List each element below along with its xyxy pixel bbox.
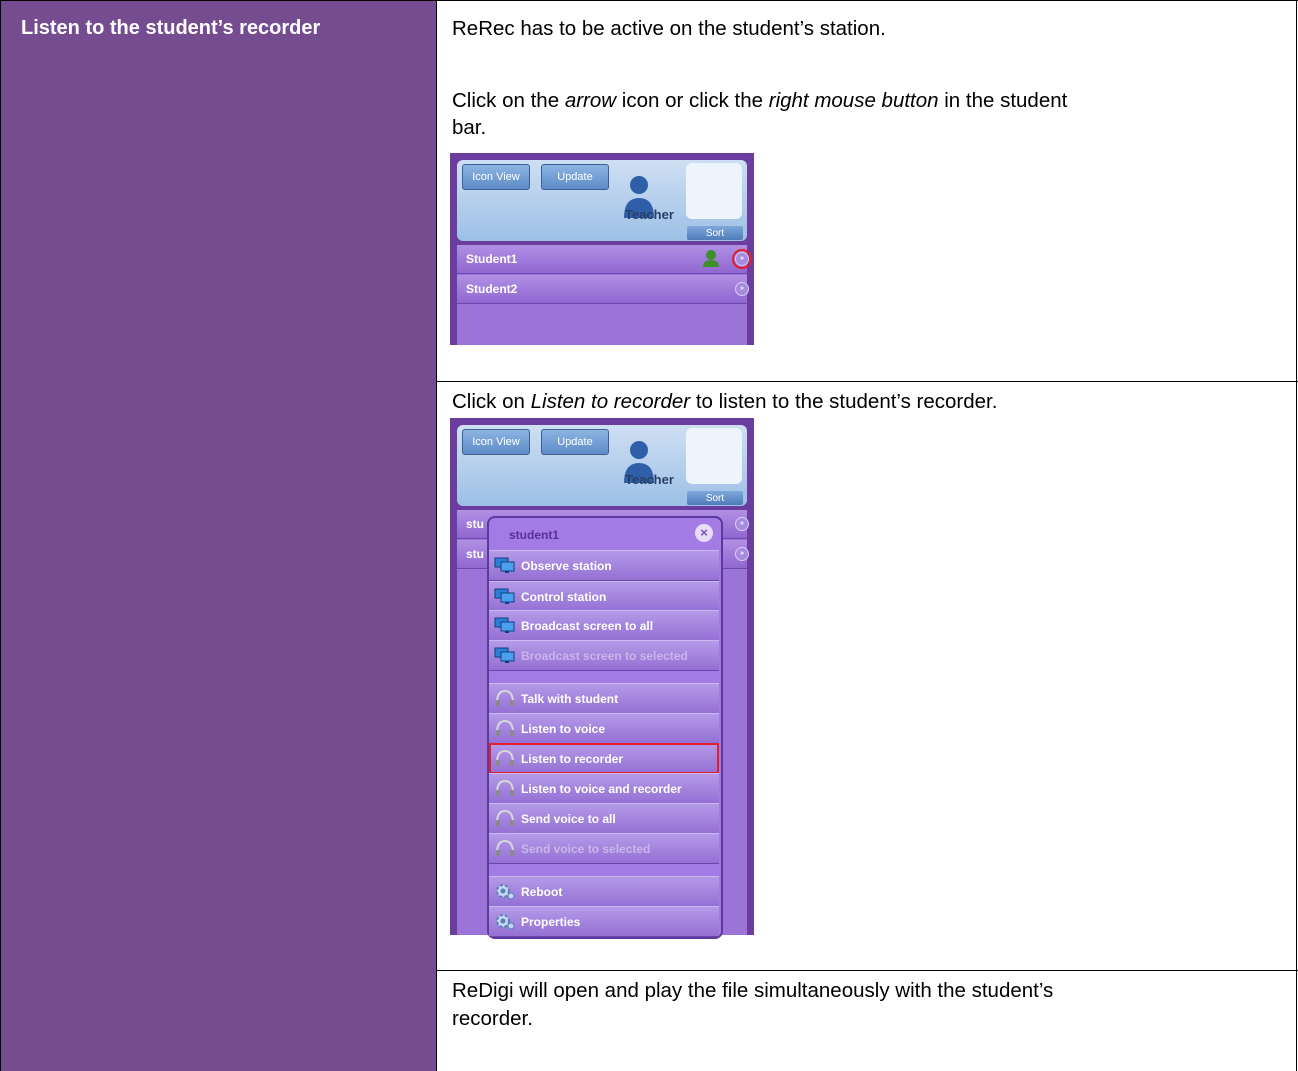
headphones-icon xyxy=(496,809,514,826)
instruction-text: ReDigi will open and play the file simul… xyxy=(452,979,1054,1002)
row-divider-1 xyxy=(436,381,1298,382)
menu-item[interactable]: Listen to voice and recorder xyxy=(489,773,719,804)
menu-item[interactable]: Send voice to selected xyxy=(489,833,719,864)
menu-item[interactable]: Listen to voice xyxy=(489,713,719,744)
monitor-icon xyxy=(494,617,515,633)
gear-icon xyxy=(496,884,515,900)
instruction-text: Click on Listen to recorder to listen to… xyxy=(452,390,998,413)
menu-item-label: Broadcast screen to all xyxy=(521,619,654,633)
menu-item-label: Broadcast screen to selected xyxy=(521,649,688,663)
monitor-icon xyxy=(494,647,515,663)
menu-item-label: Listen to voice and recorder xyxy=(521,782,682,796)
menu-item[interactable]: Reboot xyxy=(489,876,719,907)
close-icon[interactable]: × xyxy=(695,524,713,542)
update-button[interactable]: Update xyxy=(541,429,609,455)
teacher-label: Teacher xyxy=(625,472,674,487)
menu-item-label: Send voice to selected xyxy=(521,842,651,856)
menu-item[interactable]: Broadcast screen to all xyxy=(489,610,719,641)
teacher-label: Teacher xyxy=(625,207,674,222)
student-row[interactable]: Student1 » xyxy=(457,245,752,274)
section-title: Listen to the student’s recorder xyxy=(21,17,321,39)
menu-item-label: Reboot xyxy=(521,885,563,899)
student-row[interactable]: Student2 » xyxy=(457,275,749,304)
teacher-photo xyxy=(686,163,742,219)
menu-title: student1 xyxy=(509,528,560,542)
menu-item-label: Talk with student xyxy=(521,692,619,706)
monitor-icon xyxy=(494,588,515,604)
monitor-icon xyxy=(494,557,515,573)
arrow-icon[interactable]: » xyxy=(735,547,749,561)
menu-item-label: Observe station xyxy=(521,559,612,573)
student-bar-screenshot: Icon View Update Teacher Sort Student1 »… xyxy=(450,153,754,345)
menu-item[interactable]: Listen to recorder xyxy=(489,743,719,774)
arrow-icon[interactable]: » xyxy=(735,517,749,531)
icon-view-button[interactable]: Icon View xyxy=(462,429,530,455)
menu-item[interactable]: Properties xyxy=(489,906,719,937)
row-divider-2 xyxy=(436,970,1298,971)
teacher-photo xyxy=(686,428,742,484)
instruction-text: Click on the arrow icon or click the rig… xyxy=(452,89,1068,112)
headphones-icon xyxy=(496,749,514,766)
table-border-top xyxy=(0,0,1298,1)
menu-item[interactable]: Broadcast screen to selected xyxy=(489,640,719,671)
gear-icon xyxy=(496,914,515,930)
arrow-icon[interactable]: » xyxy=(735,282,749,296)
menu-item[interactable]: Talk with student xyxy=(489,683,719,714)
menu-item-label: Send voice to all xyxy=(521,812,616,826)
headphones-icon xyxy=(496,719,514,736)
menu-item-label: Listen to recorder xyxy=(521,752,624,766)
table-border-right xyxy=(1296,0,1297,1071)
headphones-icon xyxy=(496,839,514,856)
sort-button[interactable]: Sort xyxy=(687,226,743,240)
icon-view-button[interactable]: Icon View xyxy=(462,164,530,190)
left-header-cell xyxy=(0,0,436,1071)
headphones-icon xyxy=(496,689,514,706)
menu-item-label: Listen to voice xyxy=(521,722,606,736)
headphones-icon xyxy=(496,779,514,796)
instruction-text: recorder. xyxy=(452,1007,533,1030)
table-border-mid xyxy=(436,0,437,1071)
instruction-text: bar. xyxy=(452,116,487,139)
menu-item[interactable]: Observe station xyxy=(489,550,719,581)
table-border-left xyxy=(0,0,1,1071)
menu-item[interactable]: Control station xyxy=(489,581,719,612)
menu-item-label: Properties xyxy=(521,915,581,929)
instruction-text: ReRec has to be active on the student’s … xyxy=(452,17,886,40)
student-context-menu: student1 × Observe station Control statio… xyxy=(487,516,723,939)
sort-button[interactable]: Sort xyxy=(687,491,743,505)
menu-item[interactable]: Send voice to all xyxy=(489,803,719,834)
update-button[interactable]: Update xyxy=(541,164,609,190)
arrow-icon[interactable]: » xyxy=(732,249,752,269)
student-online-icon xyxy=(703,250,719,267)
menu-item-label: Control station xyxy=(521,590,607,604)
